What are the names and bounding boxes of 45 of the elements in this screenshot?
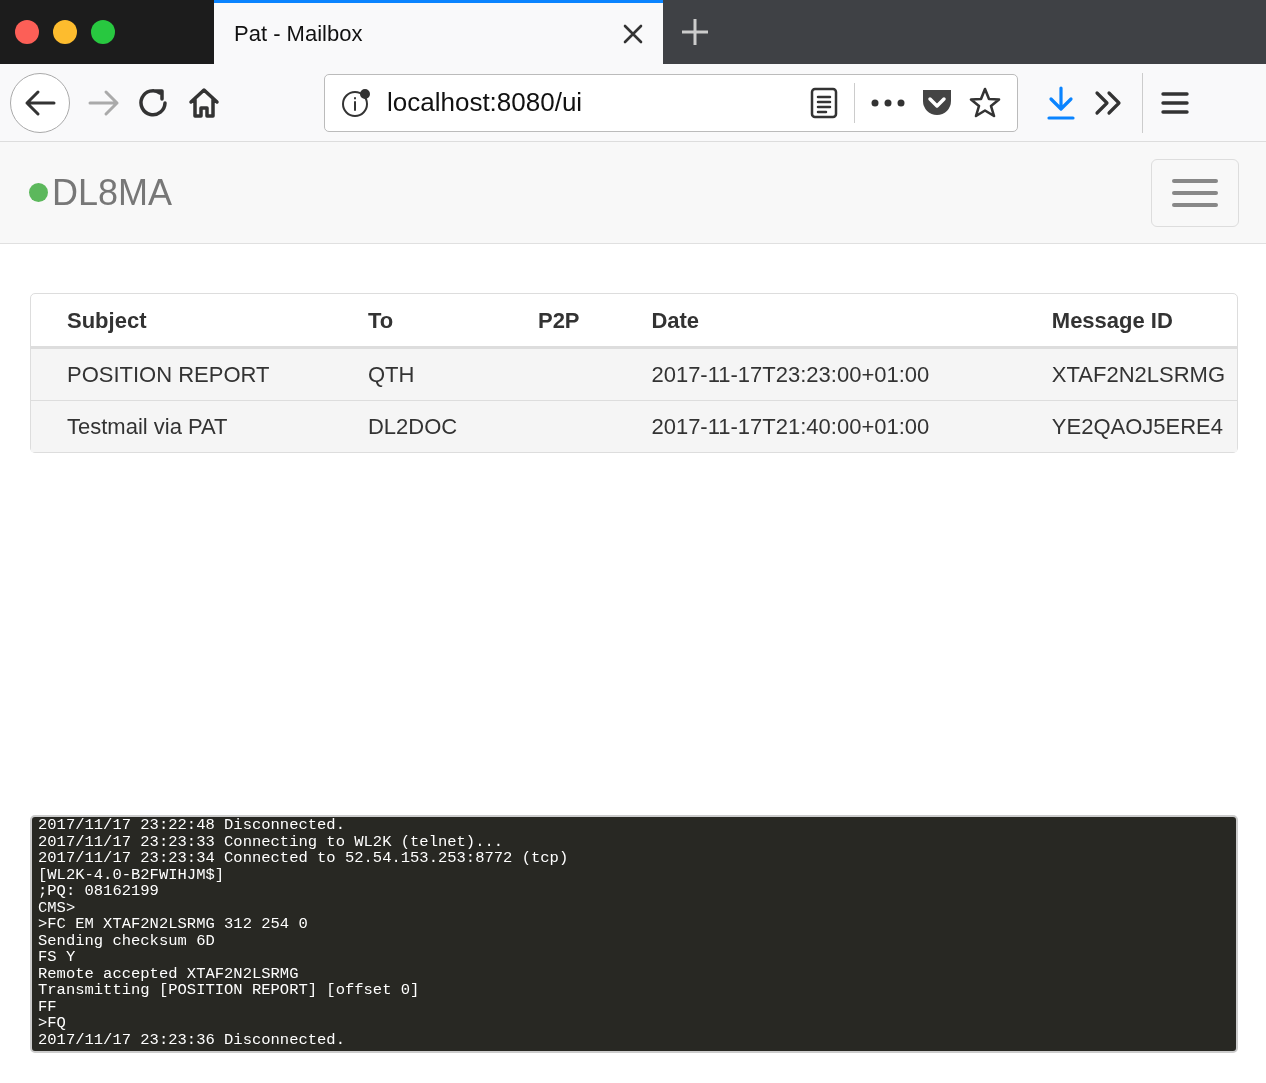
star-icon[interactable] (969, 86, 1001, 119)
download-icon[interactable] (1046, 85, 1076, 120)
log-line: 2017/11/17 23:23:33 Connecting to WL2K (telnet)... (38, 833, 505, 850)
table-cell: QTH (331, 349, 502, 401)
log-line: Sending checksum 6D (38, 932, 216, 949)
address-bar[interactable]: localhost:8080/ui (324, 73, 1018, 132)
log-line: Transmitting [POSITION REPORT] [offset 0] (38, 982, 421, 999)
table-cell: 2017-11-17T23:23:00+01:00 (615, 349, 1016, 401)
back-arrow-icon (24, 88, 56, 117)
more-icon[interactable] (871, 98, 905, 107)
log-line: CMS> (38, 899, 77, 916)
menu-button[interactable] (1151, 158, 1239, 227)
log-line: FS Y (38, 949, 77, 966)
table-cell: XTAF2N2LSRMG (1015, 349, 1237, 401)
browser-tab[interactable]: Pat - Mailbox (214, 0, 663, 64)
zoom-window-icon[interactable] (91, 20, 115, 44)
plus-icon[interactable] (681, 18, 709, 46)
pocket-icon[interactable] (921, 87, 953, 118)
log-line: 2017/11/17 23:23:34 Connected to 52.54.153.253:8772 (tcp) (38, 850, 570, 867)
table-cell: YE2QAOJ5ERE4 (1015, 401, 1237, 452)
info-icon[interactable] (341, 87, 371, 118)
menu-icon[interactable] (1161, 90, 1189, 115)
log-line: [WL2K-4.0-B2FWIHJM$] (38, 866, 226, 883)
table-cell: POSITION REPORT (31, 349, 332, 401)
minimize-window-icon[interactable] (53, 20, 77, 44)
table-cell: DL2DOC (331, 401, 502, 452)
home-icon[interactable] (188, 86, 220, 119)
callsign[interactable]: DL8MA (52, 171, 173, 214)
log-line: FF (38, 998, 58, 1015)
log-line: 2017/11/17 23:22:48 Disconnected. (38, 817, 346, 834)
table-cell: 2017-11-17T21:40:00+01:00 (615, 401, 1016, 452)
log-line: >FQ (38, 1015, 67, 1032)
log-line: Remote accepted XTAF2N2LSRMG (38, 965, 300, 982)
url-text: localhost:8080/ui (387, 87, 584, 118)
log-line: >FC EM XTAF2N2LSRMG 312 254 0 (38, 916, 309, 933)
log-line: 2017/11/17 23:23:36 Disconnected. (38, 1031, 346, 1048)
message-row[interactable]: Testmail via PAT DL2DOC 2017-11-17T21:40:00+01:00 YE2QAOJ5ERE4 (31, 401, 1237, 452)
tab-title: Pat - Mailbox (234, 20, 363, 47)
close-window-icon[interactable] (15, 20, 39, 44)
reader-view-icon[interactable] (810, 86, 838, 119)
close-icon[interactable] (623, 23, 643, 44)
log-line: ;PQ: 08162199 (38, 883, 160, 900)
reload-icon[interactable] (138, 87, 170, 118)
table-cell: Testmail via PAT (31, 401, 332, 452)
message-row[interactable]: POSITION REPORT QTH 2017-11-17T23:23:00+01:00 XTAF2N2LSRMG (31, 349, 1237, 401)
